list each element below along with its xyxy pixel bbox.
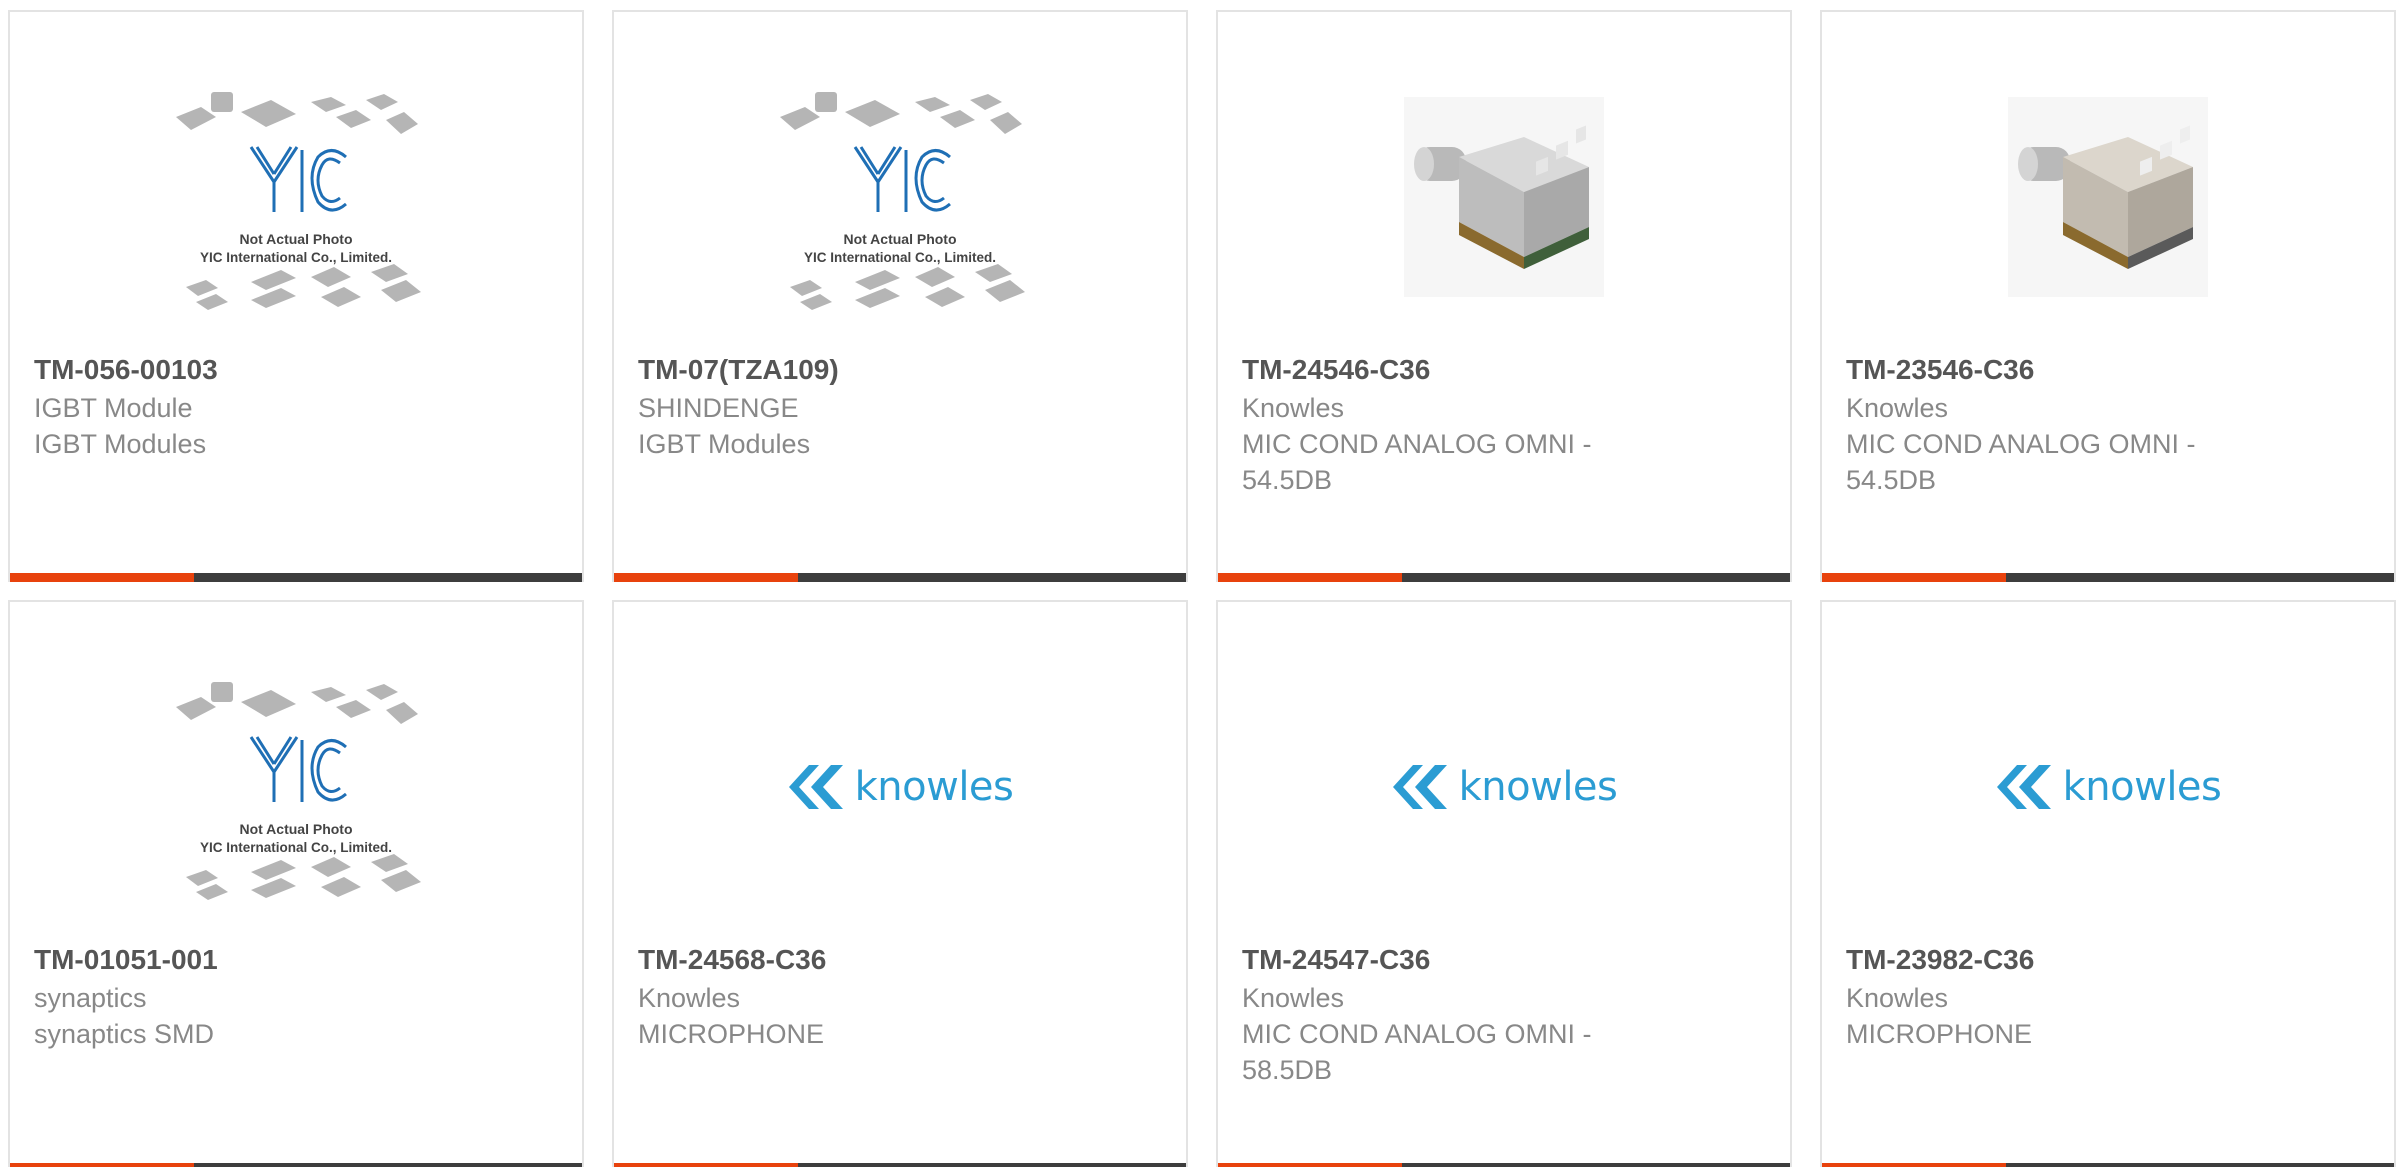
card-bar-accent — [1218, 573, 1402, 582]
product-image[interactable]: Not Actual Photo YIC International Co., … — [10, 632, 582, 942]
description: MICROPHONE — [638, 1019, 825, 1049]
product-info: TM-01051-001 synaptics synaptics SMD — [34, 942, 454, 1052]
description: MICROPHONE — [1846, 1019, 2033, 1049]
product-card[interactable]: Not Actual Photo YIC International Co., … — [8, 600, 584, 1167]
product-image[interactable]: knowles — [614, 632, 1186, 942]
knowles-logo: knowles — [1995, 764, 2222, 810]
card-bar-accent — [10, 573, 194, 582]
card-bar-accent — [1822, 1163, 2006, 1167]
description: synaptics SMD — [34, 1019, 215, 1049]
part-number[interactable]: TM-23982-C36 — [1846, 942, 2266, 978]
card-bottom-bar — [1218, 573, 1790, 582]
placeholder-caption-2: YIC International Co., Limited. — [804, 250, 996, 265]
knowles-chevron-icon — [1392, 765, 1447, 809]
knowles-chevron-icon — [1996, 765, 2051, 809]
card-bar-accent — [1218, 1163, 1402, 1167]
product-info: TM-23546-C36 Knowles MIC COND ANALOG OMN… — [1846, 352, 2266, 498]
manufacturer: Knowles — [1242, 393, 1345, 423]
card-bottom-bar — [1822, 1163, 2394, 1167]
card-bottom-bar — [1218, 1163, 1790, 1167]
card-bottom-bar — [10, 573, 582, 582]
part-number[interactable]: TM-056-00103 — [34, 352, 454, 388]
card-bottom-bar — [10, 1163, 582, 1167]
card-bottom-bar — [614, 573, 1186, 582]
card-bar-accent — [614, 573, 798, 582]
manufacturer: synaptics — [34, 983, 147, 1013]
placeholder-caption-1: Not Actual Photo — [239, 821, 352, 837]
product-card[interactable]: knowles TM-24547-C36 Knowles MIC COND AN… — [1216, 600, 1792, 1167]
part-number[interactable]: TM-24546-C36 — [1242, 352, 1662, 388]
product-info: TM-24568-C36 Knowles MICROPHONE — [638, 942, 1058, 1052]
placeholder-caption-2: YIC International Co., Limited. — [200, 250, 392, 265]
description: MIC COND ANALOG OMNI - 54.5DB — [1242, 429, 1592, 495]
yic-placeholder-image: Not Actual Photo YIC International Co., … — [780, 92, 1025, 310]
product-info: TM-23982-C36 Knowles MICROPHONE — [1846, 942, 2266, 1052]
part-number[interactable]: TM-07(TZA109) — [638, 352, 1058, 388]
description: IGBT Modules — [34, 429, 207, 459]
description: MIC COND ANALOG OMNI - 54.5DB — [1846, 429, 2196, 495]
product-info: TM-24546-C36 Knowles MIC COND ANALOG OMN… — [1242, 352, 1662, 498]
part-number[interactable]: TM-23546-C36 — [1846, 352, 2266, 388]
product-card[interactable]: Not Actual Photo YIC International Co., … — [8, 10, 584, 582]
product-info: TM-056-00103 IGBT Module IGBT Modules — [34, 352, 454, 462]
product-card[interactable]: Not Actual Photo YIC International Co., … — [612, 10, 1188, 582]
card-bottom-bar — [614, 1163, 1186, 1167]
knowles-logo-text: knowles — [2062, 764, 2222, 810]
product-image[interactable] — [1822, 42, 2394, 352]
placeholder-caption-2: YIC International Co., Limited. — [200, 840, 392, 855]
product-card[interactable]: knowles TM-24568-C36 Knowles MICROPHONE — [612, 600, 1188, 1167]
product-image[interactable] — [1218, 42, 1790, 352]
product-card[interactable]: TM-23546-C36 Knowles MIC COND ANALOG OMN… — [1820, 10, 2396, 582]
description: MIC COND ANALOG OMNI - 58.5DB — [1242, 1019, 1592, 1085]
knowles-chevron-icon — [788, 765, 843, 809]
product-info: TM-07(TZA109) SHINDENGE IGBT Modules — [638, 352, 1058, 462]
manufacturer: Knowles — [1242, 983, 1345, 1013]
knowles-logo-text: knowles — [854, 764, 1014, 810]
manufacturer: Knowles — [1846, 983, 1949, 1013]
part-number[interactable]: TM-24547-C36 — [1242, 942, 1662, 978]
product-image[interactable]: knowles — [1218, 632, 1790, 942]
microphone-photo — [1404, 97, 1604, 297]
placeholder-caption-1: Not Actual Photo — [239, 231, 352, 247]
yic-placeholder-image: Not Actual Photo YIC International Co., … — [176, 682, 421, 900]
knowles-logo: knowles — [787, 764, 1014, 810]
part-number[interactable]: TM-24568-C36 — [638, 942, 1058, 978]
knowles-logo: knowles — [1391, 764, 1618, 810]
manufacturer: IGBT Module — [34, 393, 193, 423]
microphone-photo — [2008, 97, 2208, 297]
product-info: TM-24547-C36 Knowles MIC COND ANALOG OMN… — [1242, 942, 1662, 1088]
product-image[interactable]: Not Actual Photo YIC International Co., … — [10, 42, 582, 352]
manufacturer: Knowles — [1846, 393, 1949, 423]
product-card[interactable]: TM-24546-C36 Knowles MIC COND ANALOG OMN… — [1216, 10, 1792, 582]
product-grid: Not Actual Photo YIC International Co., … — [0, 0, 2400, 1167]
description: IGBT Modules — [638, 429, 811, 459]
product-image[interactable]: Not Actual Photo YIC International Co., … — [614, 42, 1186, 352]
card-bar-accent — [10, 1163, 194, 1167]
part-number[interactable]: TM-01051-001 — [34, 942, 454, 978]
yic-placeholder-image: Not Actual Photo YIC International Co., … — [176, 92, 421, 310]
placeholder-caption-1: Not Actual Photo — [843, 231, 956, 247]
product-card[interactable]: knowles TM-23982-C36 Knowles MICROPHONE — [1820, 600, 2396, 1167]
card-bottom-bar — [1822, 573, 2394, 582]
knowles-logo-text: knowles — [1458, 764, 1618, 810]
manufacturer: Knowles — [638, 983, 741, 1013]
card-bar-accent — [1822, 573, 2006, 582]
manufacturer: SHINDENGE — [638, 393, 799, 423]
product-image[interactable]: knowles — [1822, 632, 2394, 942]
card-bar-accent — [614, 1163, 798, 1167]
